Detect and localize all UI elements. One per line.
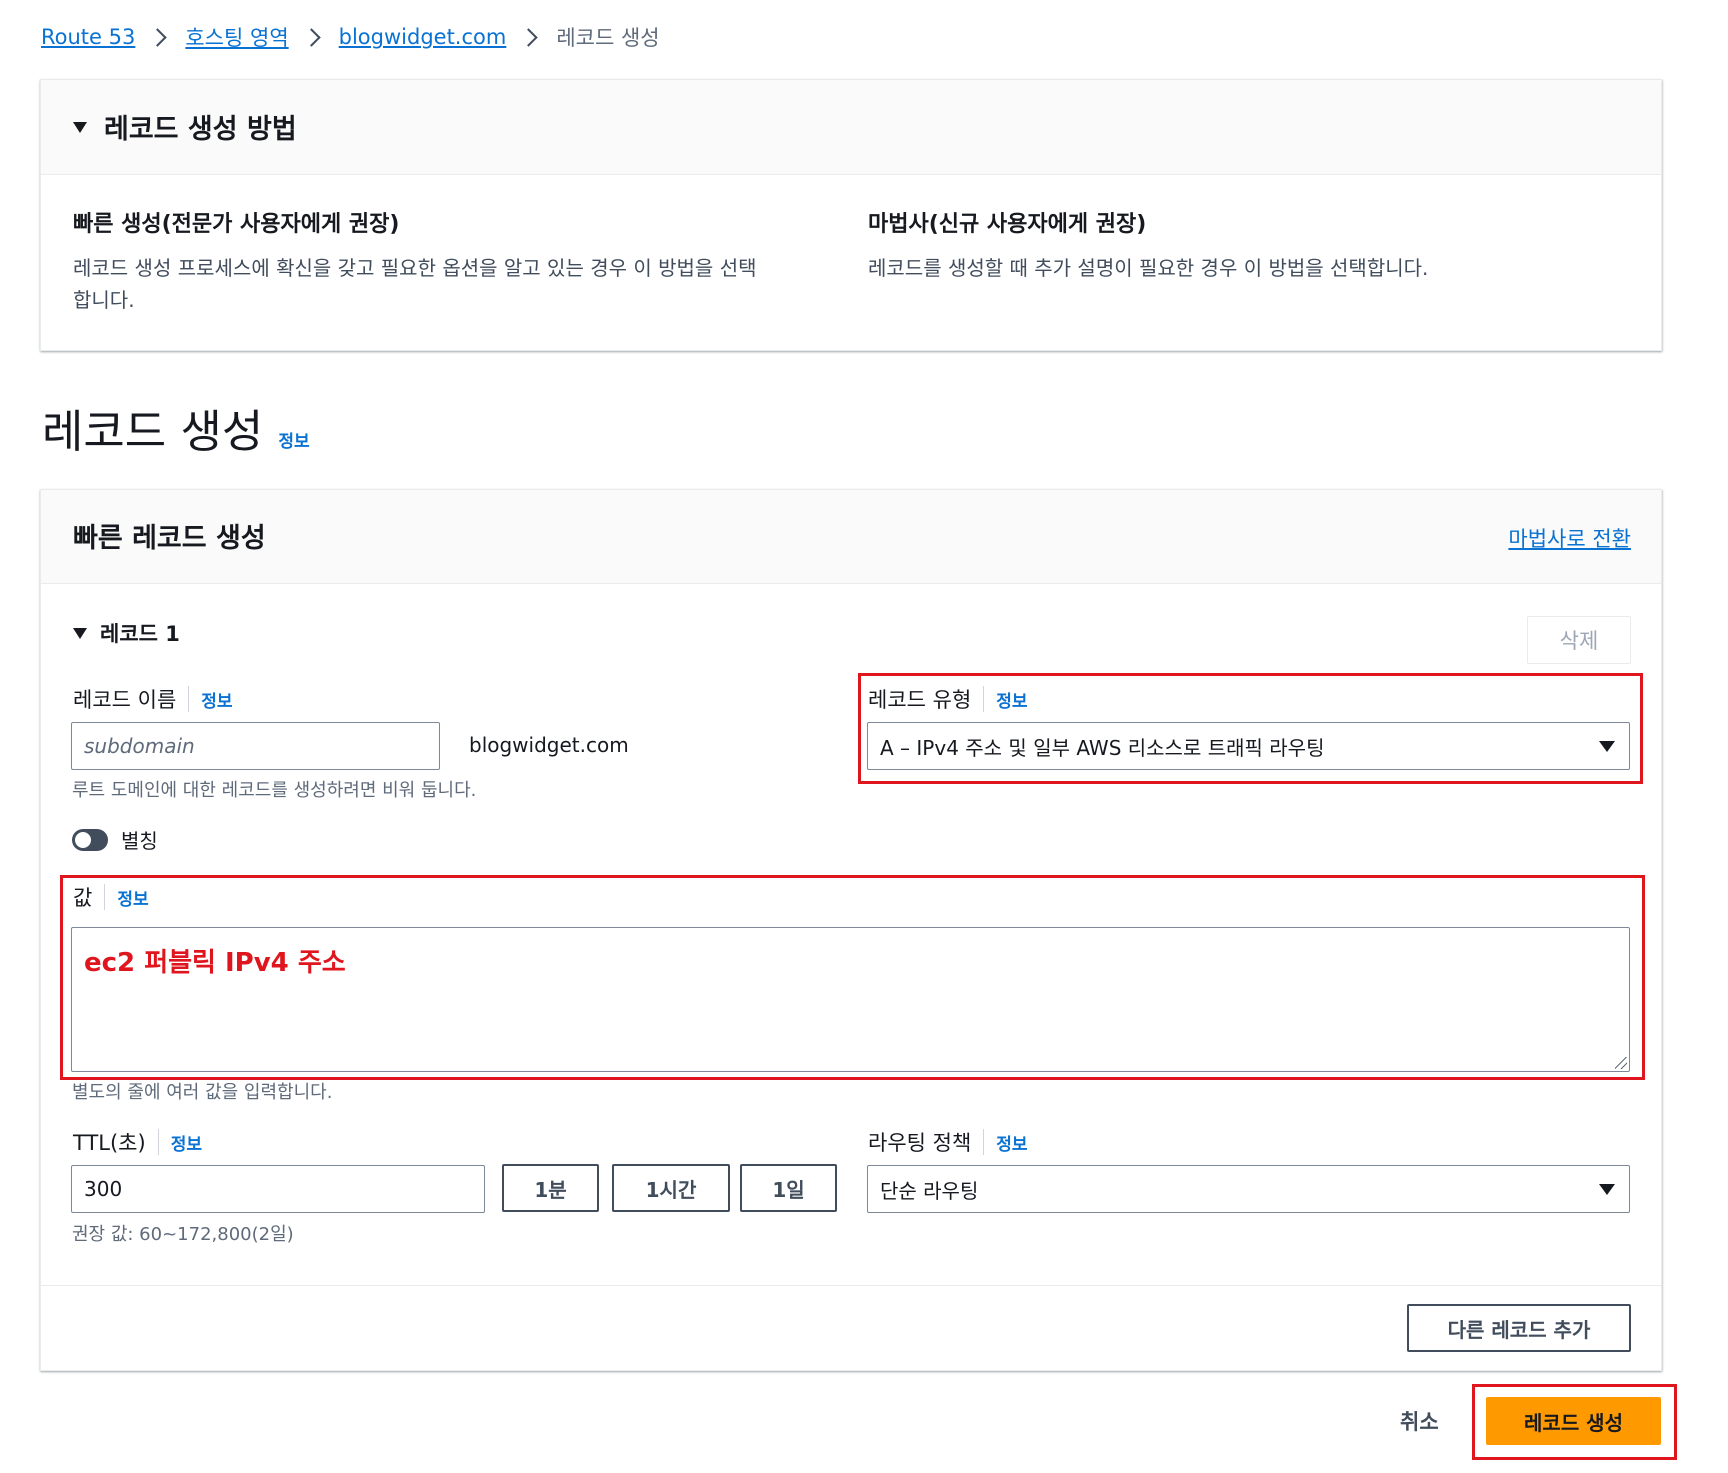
value-hint: 별도의 줄에 여러 값을 입력합니다. bbox=[72, 1082, 333, 1103]
method-panel-title: 레코드 생성 방법 bbox=[104, 114, 297, 145]
caret-down-icon[interactable] bbox=[73, 628, 87, 639]
record-name-hint: 루트 도메인에 대한 레코드를 생성하려면 비워 둡니다. bbox=[72, 780, 477, 801]
quick-create-panel-title: 빠른 레코드 생성 bbox=[73, 523, 266, 554]
ttl-label-row: TTL(초) 정보 bbox=[73, 1127, 202, 1157]
ttl-1hour-button[interactable]: 1시간 bbox=[612, 1164, 730, 1212]
value-annotation: ec2 퍼블릭 IPv4 주소 bbox=[84, 948, 346, 978]
chevron-right-icon bbox=[301, 18, 327, 56]
resize-handle-icon[interactable] bbox=[1615, 1057, 1627, 1069]
cancel-button[interactable]: 취소 bbox=[1400, 1406, 1439, 1436]
page-title: 레코드 생성 bbox=[42, 405, 264, 458]
routing-info-link[interactable]: 정보 bbox=[996, 1130, 1027, 1155]
page-title-row: 레코드 생성 정보 bbox=[42, 395, 310, 460]
method-panel-header[interactable]: 레코드 생성 방법 bbox=[41, 80, 1661, 175]
breadcrumb-hosted-zones[interactable]: 호스팅 영역 bbox=[185, 22, 288, 52]
quick-create-desc-2: 합니다. bbox=[73, 288, 135, 312]
method-panel: 레코드 생성 방법 빠른 생성(전문가 사용자에게 권장) 레코드 생성 프로세… bbox=[40, 79, 1662, 351]
record-name-label-row: 레코드 이름 정보 bbox=[73, 684, 233, 714]
ttl-value: 300 bbox=[84, 1177, 123, 1201]
toggle-knob bbox=[75, 832, 91, 848]
record-type-label: 레코드 유형 bbox=[868, 688, 972, 712]
delete-button[interactable]: 삭제 bbox=[1527, 616, 1631, 664]
caret-down-icon bbox=[1599, 741, 1615, 752]
quick-create-desc-1: 레코드 생성 프로세스에 확신을 갖고 필요한 옵션을 알고 있는 경우 이 방… bbox=[73, 256, 757, 280]
wizard-desc: 레코드를 생성할 때 추가 설명이 필요한 경우 이 방법을 선택합니다. bbox=[868, 256, 1429, 280]
wizard-title: 마법사(신규 사용자에게 권장) bbox=[868, 212, 1147, 237]
quick-create-panel: 빠른 레코드 생성 마법사로 전환 레코드 1 삭제 레코드 이름 정보 sub… bbox=[40, 489, 1662, 1371]
quick-create-header: 빠른 레코드 생성 마법사로 전환 bbox=[41, 490, 1661, 584]
value-textarea[interactable]: ec2 퍼블릭 IPv4 주소 bbox=[71, 927, 1630, 1072]
caret-down-icon bbox=[1599, 1184, 1615, 1195]
panel-divider bbox=[41, 1285, 1661, 1286]
domain-suffix: blogwidget.com bbox=[469, 733, 629, 757]
record-name-info-link[interactable]: 정보 bbox=[201, 687, 232, 712]
value-label-row: 값 정보 bbox=[73, 882, 149, 912]
divider bbox=[188, 686, 190, 712]
page-title-info-link[interactable]: 정보 bbox=[278, 432, 309, 452]
divider bbox=[157, 1129, 159, 1155]
chevron-right-icon bbox=[147, 18, 173, 56]
switch-to-wizard-link[interactable]: 마법사로 전환 bbox=[1508, 523, 1631, 553]
divider bbox=[104, 884, 106, 910]
ttl-label: TTL(초) bbox=[73, 1131, 146, 1155]
record-section-title[interactable]: 레코드 1 bbox=[100, 618, 180, 648]
value-info-link[interactable]: 정보 bbox=[117, 885, 148, 910]
ttl-1day-button[interactable]: 1일 bbox=[740, 1164, 837, 1212]
value-label: 값 bbox=[73, 886, 93, 910]
record-type-select[interactable]: A – IPv4 주소 및 일부 AWS 리소스로 트래픽 라우팅 bbox=[867, 722, 1630, 770]
divider bbox=[983, 686, 985, 712]
breadcrumb-current: 레코드 생성 bbox=[556, 26, 660, 50]
breadcrumb-route53[interactable]: Route 53 bbox=[41, 25, 135, 49]
routing-label: 라우팅 정책 bbox=[868, 1131, 972, 1155]
divider bbox=[983, 1129, 985, 1155]
routing-value: 단순 라우팅 bbox=[880, 1178, 979, 1203]
routing-policy-select[interactable]: 단순 라우팅 bbox=[867, 1165, 1630, 1213]
alias-label: 별칭 bbox=[121, 829, 158, 853]
record-type-value: A – IPv4 주소 및 일부 AWS 리소스로 트래픽 라우팅 bbox=[880, 735, 1325, 760]
breadcrumb-domain[interactable]: blogwidget.com bbox=[339, 25, 507, 49]
chevron-right-icon bbox=[518, 18, 544, 56]
record-name-placeholder: subdomain bbox=[84, 734, 195, 758]
ttl-1min-button[interactable]: 1분 bbox=[502, 1164, 599, 1212]
record-type-info-link[interactable]: 정보 bbox=[996, 687, 1027, 712]
add-record-button[interactable]: 다른 레코드 추가 bbox=[1407, 1304, 1631, 1352]
caret-down-icon bbox=[73, 122, 87, 133]
record-name-label: 레코드 이름 bbox=[73, 688, 177, 712]
record-name-input[interactable]: subdomain bbox=[71, 722, 440, 770]
ttl-input[interactable]: 300 bbox=[71, 1165, 485, 1213]
create-record-button[interactable]: 레코드 생성 bbox=[1486, 1397, 1661, 1445]
breadcrumb: Route 53 호스팅 영역 blogwidget.com 레코드 생성 bbox=[41, 18, 660, 56]
alias-toggle[interactable] bbox=[72, 829, 108, 851]
ttl-hint: 권장 값: 60~172,800(2일) bbox=[72, 1224, 294, 1245]
record-type-label-row: 레코드 유형 정보 bbox=[868, 684, 1028, 714]
ttl-info-link[interactable]: 정보 bbox=[171, 1130, 202, 1155]
routing-label-row: 라우팅 정책 정보 bbox=[868, 1127, 1028, 1157]
quick-create-title: 빠른 생성(전문가 사용자에게 권장) bbox=[73, 212, 400, 237]
